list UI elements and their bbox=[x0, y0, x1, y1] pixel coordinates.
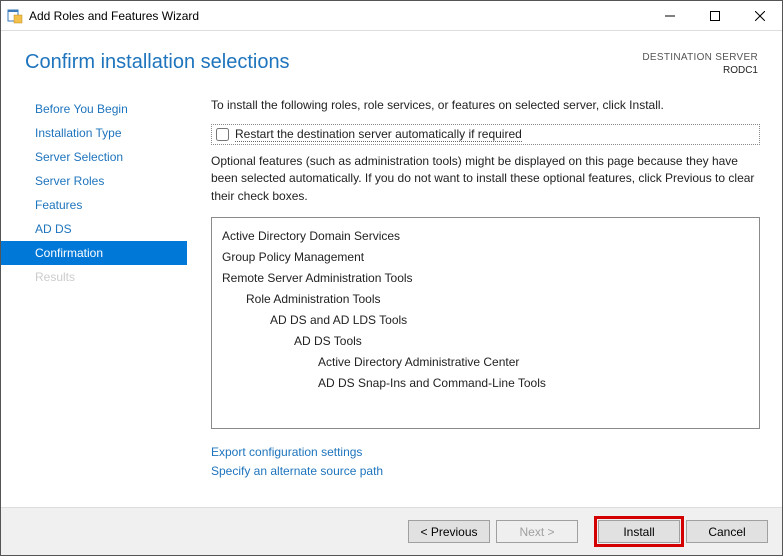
feature-item: Group Policy Management bbox=[222, 247, 749, 268]
restart-checkbox[interactable] bbox=[216, 128, 229, 141]
titlebar: Add Roles and Features Wizard bbox=[1, 1, 782, 31]
close-button[interactable] bbox=[737, 1, 782, 30]
nav-installation-type[interactable]: Installation Type bbox=[1, 121, 187, 145]
titlebar-text: Add Roles and Features Wizard bbox=[29, 9, 647, 23]
app-icon bbox=[7, 8, 23, 24]
nav-server-roles[interactable]: Server Roles bbox=[1, 169, 187, 193]
restart-checkbox-row[interactable]: Restart the destination server automatic… bbox=[211, 124, 760, 145]
body: Before You Begin Installation Type Serve… bbox=[1, 83, 782, 507]
next-button: Next > bbox=[496, 520, 578, 543]
bottom-links: Export configuration settings Specify an… bbox=[211, 443, 760, 481]
feature-item: AD DS Snap-Ins and Command-Line Tools bbox=[222, 373, 749, 394]
footer: < Previous Next > Install Cancel bbox=[1, 507, 782, 555]
page-title: Confirm installation selections bbox=[25, 51, 290, 74]
header: Confirm installation selections DESTINAT… bbox=[1, 31, 782, 83]
nav-results: Results bbox=[1, 265, 187, 289]
maximize-button[interactable] bbox=[692, 1, 737, 30]
nav-confirmation[interactable]: Confirmation bbox=[1, 241, 187, 265]
minimize-button[interactable] bbox=[647, 1, 692, 30]
sidebar: Before You Begin Installation Type Serve… bbox=[1, 93, 187, 507]
intro-text: To install the following roles, role ser… bbox=[211, 97, 760, 114]
feature-item: Role Administration Tools bbox=[222, 289, 749, 310]
wizard-window: Add Roles and Features Wizard Confirm in… bbox=[0, 0, 783, 556]
export-config-link[interactable]: Export configuration settings bbox=[211, 443, 760, 462]
feature-item: Remote Server Administration Tools bbox=[222, 268, 749, 289]
nav-server-selection[interactable]: Server Selection bbox=[1, 145, 187, 169]
features-list: Active Directory Domain Services Group P… bbox=[211, 217, 760, 429]
feature-item: Active Directory Administrative Center bbox=[222, 352, 749, 373]
destination-info: DESTINATION SERVER RODC1 bbox=[642, 51, 758, 77]
cancel-button[interactable]: Cancel bbox=[686, 520, 768, 543]
window-controls bbox=[647, 1, 782, 30]
destination-server: RODC1 bbox=[642, 64, 758, 77]
destination-label: DESTINATION SERVER bbox=[642, 51, 758, 64]
previous-button[interactable]: < Previous bbox=[408, 520, 490, 543]
install-button[interactable]: Install bbox=[598, 520, 680, 543]
feature-item: AD DS and AD LDS Tools bbox=[222, 310, 749, 331]
feature-item: AD DS Tools bbox=[222, 331, 749, 352]
optional-text: Optional features (such as administratio… bbox=[211, 153, 760, 205]
nav-before-you-begin[interactable]: Before You Begin bbox=[1, 97, 187, 121]
nav-ad-ds[interactable]: AD DS bbox=[1, 217, 187, 241]
alternate-source-link[interactable]: Specify an alternate source path bbox=[211, 462, 760, 481]
nav-features[interactable]: Features bbox=[1, 193, 187, 217]
feature-item: Active Directory Domain Services bbox=[222, 226, 749, 247]
content: To install the following roles, role ser… bbox=[187, 93, 782, 507]
restart-label: Restart the destination server automatic… bbox=[235, 127, 522, 142]
